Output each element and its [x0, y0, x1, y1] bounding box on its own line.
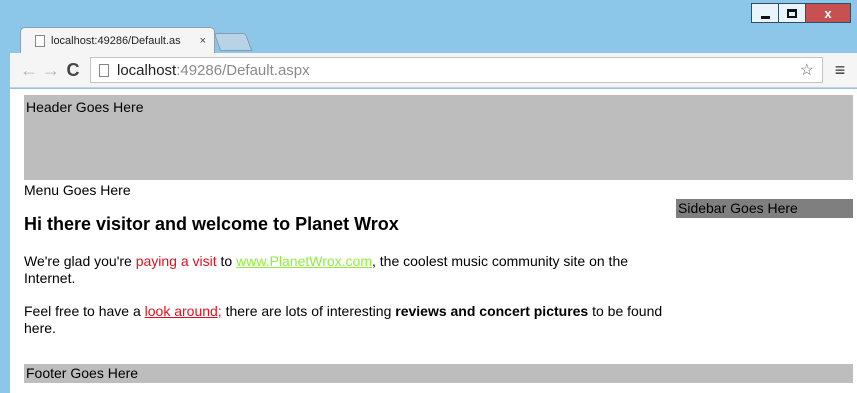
minimize-button[interactable]	[751, 3, 778, 23]
tab-default-aspx[interactable]: localhost:49286/Default.as ×	[20, 27, 215, 53]
header-text: Header Goes Here	[26, 99, 144, 115]
p1-text-b: to	[216, 253, 237, 269]
footer-text: Footer Goes Here	[26, 365, 139, 381]
p1-text-a: We're glad you're	[24, 253, 136, 269]
bookmark-star-icon[interactable]: ☆	[800, 60, 814, 80]
sidebar-text: Sidebar Goes Here	[678, 200, 798, 216]
tab-close-icon[interactable]: ×	[200, 35, 206, 47]
paying-visit-highlight: paying a visit	[135, 253, 217, 269]
url-path: :49286/Default.aspx	[176, 61, 310, 79]
page-menu: Menu Goes Here	[24, 182, 131, 198]
minimize-icon	[760, 15, 770, 19]
look-around-link[interactable]: look around;	[145, 303, 222, 319]
reviews-bold-text: reviews and concert pictures	[395, 303, 589, 319]
maximize-icon	[787, 8, 797, 18]
page-icon	[35, 34, 45, 47]
reload-button[interactable]: C	[62, 60, 84, 81]
close-icon: x	[824, 5, 832, 21]
close-window-button[interactable]: x	[805, 3, 851, 23]
new-tab-button[interactable]	[213, 33, 253, 51]
browser-menu-button[interactable]: ≡	[831, 60, 849, 81]
intro-paragraph: We're glad you're paying a visit to www.…	[24, 253, 664, 287]
page-heading: Hi there visitor and welcome to Planet W…	[24, 214, 399, 234]
page-footer: Footer Goes Here	[24, 364, 853, 383]
url-host: localhost	[117, 61, 177, 79]
p2-text-a: Feel free to have a	[24, 303, 145, 319]
page-header: Header Goes Here	[24, 95, 853, 180]
window-controls: x	[751, 3, 851, 23]
browser-toolbar: ← → C localhost:49286/Default.aspx ☆ ≡	[10, 53, 857, 88]
second-paragraph: Feel free to have a look around; there a…	[24, 303, 664, 337]
back-button[interactable]: ←	[18, 60, 40, 81]
tab-title: localhost:49286/Default.as	[51, 34, 181, 47]
page-sidebar: Sidebar Goes Here	[676, 199, 853, 218]
maximize-button[interactable]	[778, 3, 805, 23]
forward-button[interactable]: →	[40, 60, 62, 81]
p2-text-b: there are lots of interesting	[221, 303, 396, 319]
page-viewport: Header Goes Here Menu Goes Here Sidebar …	[10, 89, 857, 393]
page-icon	[99, 63, 109, 77]
planetwrox-link[interactable]: www.PlanetWrox.com	[236, 253, 372, 269]
main-content: Hi there visitor and welcome to Planet W…	[24, 213, 664, 353]
address-bar[interactable]: localhost:49286/Default.aspx ☆	[90, 57, 823, 83]
